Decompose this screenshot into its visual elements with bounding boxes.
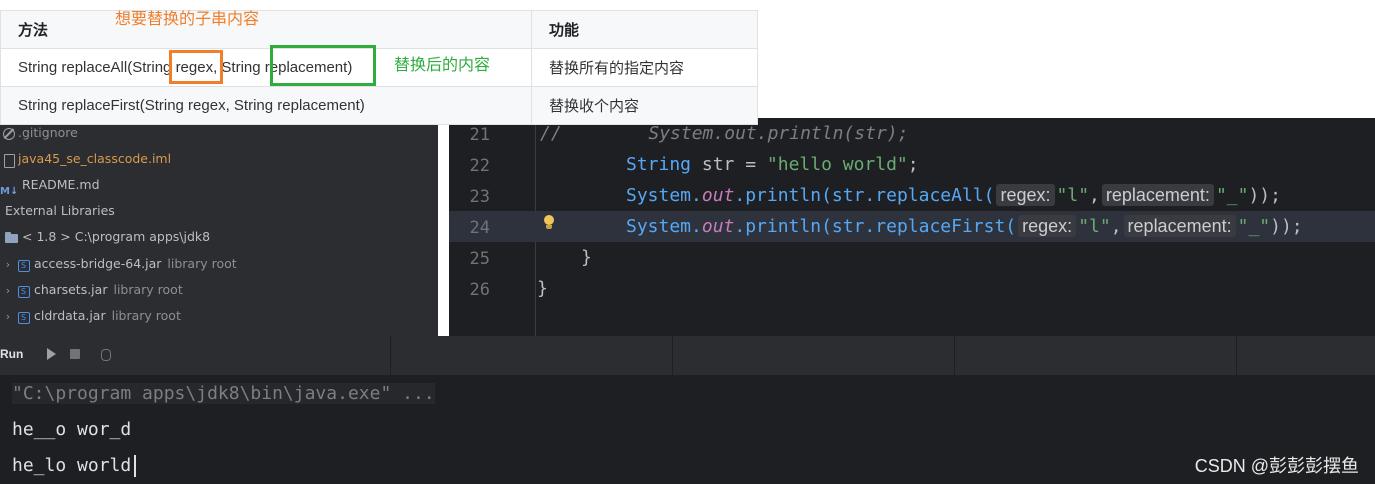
run-toolbar (0, 336, 1375, 375)
tree-item-readme[interactable]: M↓ README.md (0, 172, 100, 198)
code-token-method: replaceFirst( (875, 216, 1017, 237)
column-header-method: 方法 (0, 10, 532, 49)
line-number: 22 (469, 156, 490, 176)
tree-item-label: README.md (22, 177, 100, 192)
tree-item-label: .gitignore (18, 125, 78, 140)
code-token: , (1089, 185, 1100, 206)
code-token-field: out (701, 216, 735, 237)
table-row: String replaceAll(String regex, String r… (0, 48, 758, 87)
jar-icon (16, 305, 32, 331)
divider (954, 336, 955, 375)
tree-item-jar[interactable]: › access-bridge-64.jar library root (0, 251, 237, 279)
tree-item-label: charsets.jar (34, 282, 108, 297)
code-token: ; (907, 154, 919, 175)
code-token-class: System. (626, 216, 702, 237)
library-root-label: library root (113, 282, 183, 297)
function-cell: 替换收个内容 (531, 86, 758, 125)
jar-icon (16, 253, 32, 279)
tree-item-label: cldrdata.jar (34, 308, 106, 323)
markdown-icon: M↓ (0, 185, 19, 197)
debug-icon[interactable] (98, 347, 112, 361)
replacement-annotation: 替换后的内容 (394, 55, 491, 74)
code-token-call: .println(str. (734, 216, 876, 237)
code-line-26: } (537, 278, 548, 299)
gitignore-icon (0, 127, 16, 141)
code-line-22: String str = "hello world"; (626, 149, 919, 180)
chevron-right-icon[interactable]: › (0, 252, 16, 278)
jar-icon (16, 279, 32, 305)
chevron-right-icon[interactable]: › (0, 304, 16, 330)
run-tab-label[interactable]: Run (0, 347, 23, 361)
file-icon (0, 153, 16, 168)
code-token-class: System. (626, 185, 702, 206)
table-row: String replaceFirst(String regex, String… (0, 86, 758, 125)
code-line-24: System.out.println(str.replaceFirst(rege… (626, 211, 1303, 242)
divider (390, 336, 391, 375)
chevron-right-icon[interactable]: › (0, 278, 16, 304)
library-root-label: library root (111, 308, 181, 323)
column-header-function: 功能 (531, 10, 758, 49)
tree-item-label: java45_se_classcode.iml (18, 151, 172, 166)
regex-highlight-box (169, 50, 223, 84)
method-table: 方法 功能 String replaceAll(String regex, St… (0, 10, 758, 125)
regex-annotation: 想要替换的子串内容 (115, 9, 260, 28)
console-output-line: he_lo world (12, 455, 132, 476)
code-line-23: System.out.println(str.replaceAll(regex:… (626, 180, 1281, 211)
tree-item-jar[interactable]: › charsets.jar library root (0, 277, 183, 305)
divider (1236, 336, 1237, 375)
library-root-label: library root (167, 256, 237, 271)
code-token: str = (691, 154, 767, 175)
code-token: )); (1248, 185, 1281, 206)
console-command: "C:\program apps\jdk8\bin\java.exe" ... (12, 383, 435, 404)
code-token-string: "hello world" (766, 154, 908, 175)
tree-item-label: access-bridge-64.jar (34, 256, 162, 271)
tree-item-iml[interactable]: java45_se_classcode.iml (0, 146, 171, 172)
code-token-string: "_" (1237, 216, 1271, 237)
code-token: )); (1270, 216, 1303, 237)
tree-item-label: < 1.8 > C:\program apps\jdk8 (22, 229, 211, 244)
lightbulb-icon[interactable] (543, 215, 555, 231)
param-hint-replacement: replacement: (1123, 215, 1236, 237)
code-token-string: "_" (1215, 185, 1249, 206)
method-cell: String replaceFirst(String regex, String… (0, 86, 532, 125)
play-icon[interactable] (44, 347, 58, 361)
tree-item-jar[interactable]: › cldrdata.jar library root (0, 303, 181, 331)
line-number: 25 (469, 249, 490, 269)
code-line-25: } (581, 247, 592, 268)
folder-icon (4, 231, 20, 245)
watermark: CSDN @彭彭彭摆鱼 (1194, 456, 1359, 476)
line-number: 26 (469, 280, 490, 300)
line-number: 24 (469, 218, 490, 238)
line-number: 21 (469, 125, 490, 145)
divider (672, 336, 673, 375)
code-token-string: "l" (1078, 216, 1111, 237)
param-hint-regex: regex: (1018, 215, 1077, 237)
code-token-field: out (701, 185, 735, 206)
code-token-method: replaceAll( (875, 185, 995, 206)
tree-item-jdk[interactable]: < 1.8 > C:\program apps\jdk8 (0, 224, 210, 250)
code-token-string: "l" (1056, 185, 1090, 206)
tree-item-label: External Libraries (5, 203, 115, 218)
param-hint-regex: regex: (996, 184, 1055, 206)
console-output-line: he__o wor_d (12, 419, 132, 440)
replacement-highlight-box (270, 45, 376, 86)
text-caret (134, 455, 136, 477)
function-cell: 替换所有的指定内容 (531, 48, 758, 87)
line-number: 23 (469, 187, 490, 207)
stop-icon[interactable] (68, 347, 82, 361)
code-token-call: .println(str. (734, 185, 876, 206)
tree-item-external-libraries[interactable]: External Libraries (0, 198, 115, 224)
code-token: , (1110, 216, 1122, 237)
param-hint-replacement: replacement: (1101, 184, 1214, 206)
code-token-type: String (626, 154, 692, 175)
